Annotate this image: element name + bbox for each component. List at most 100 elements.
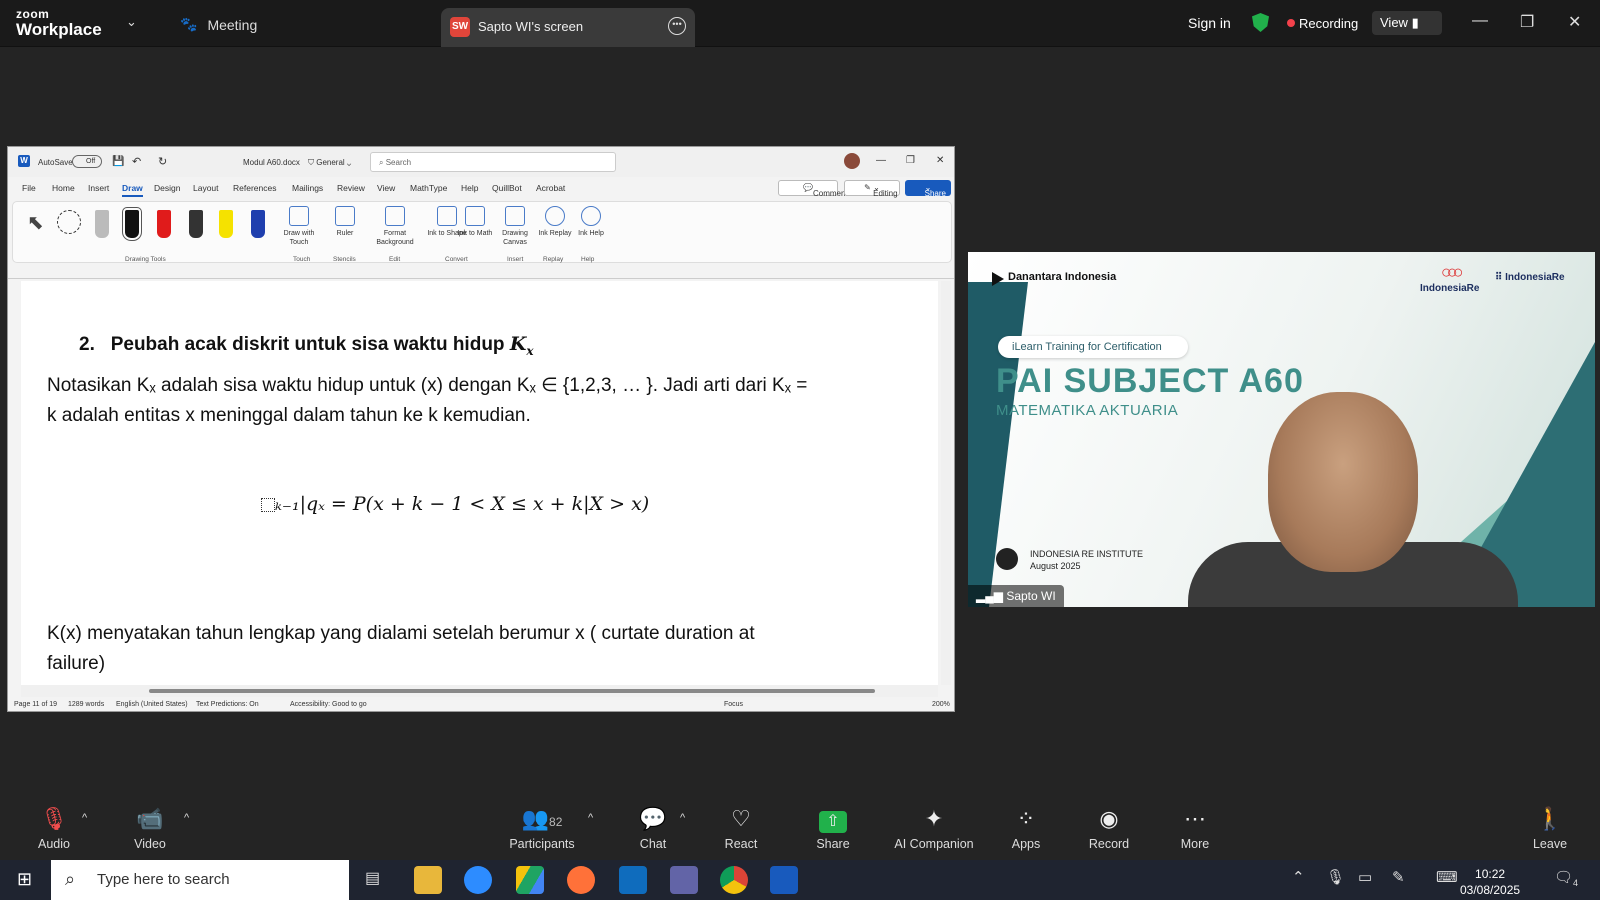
video-button[interactable]: 📹 Video <box>110 806 190 851</box>
taskbar-search-input[interactable]: ⌕ Type here to search <box>51 860 349 900</box>
leave-button[interactable]: 🚶 Leave <box>1510 806 1590 851</box>
word-close-icon[interactable]: ✕ <box>936 155 944 166</box>
restore-icon[interactable]: ❐ <box>1520 12 1534 32</box>
meeting-tab[interactable]: 🐾 Meeting <box>180 16 257 33</box>
chat-options-caret[interactable]: ^ <box>680 812 685 824</box>
outlook-icon[interactable] <box>619 866 647 894</box>
word-app-icon[interactable] <box>770 866 798 894</box>
red-pen-icon[interactable] <box>157 210 171 238</box>
autosave-toggle[interactable]: Off <box>72 155 102 168</box>
tray-keyboard-icon[interactable]: ⌨ <box>1436 868 1458 886</box>
menu-view[interactable]: View <box>377 183 395 193</box>
yellow-highlighter-icon[interactable] <box>219 210 233 238</box>
ink-to-math-button[interactable]: Ink to Math <box>455 206 495 238</box>
chevron-down-icon[interactable]: ⌄ <box>126 14 137 30</box>
ink-replay-button[interactable]: Ink Replay <box>535 206 575 238</box>
group-replay: Replay <box>543 256 564 263</box>
windows-start-icon[interactable]: ⊞ <box>17 869 32 890</box>
menu-review[interactable]: Review <box>337 183 365 193</box>
format-background-button[interactable]: Format Background <box>369 206 421 247</box>
horizontal-scroll-thumb[interactable] <box>149 689 875 693</box>
tray-display-icon[interactable]: ▭ <box>1358 868 1372 886</box>
word-search-input[interactable]: ⌕ Search <box>370 152 616 172</box>
redo-icon[interactable]: ↻ <box>158 155 167 168</box>
zoom-app-icon[interactable] <box>464 866 492 894</box>
more-options-icon[interactable]: ••• <box>668 17 686 35</box>
apps-button[interactable]: ⁘ Apps <box>986 806 1066 851</box>
chrome-icon[interactable] <box>720 866 748 894</box>
video-options-caret[interactable]: ^ <box>184 812 189 824</box>
file-explorer-icon[interactable] <box>414 866 442 894</box>
menu-references[interactable]: References <box>233 183 276 193</box>
gray-pen-icon[interactable] <box>189 210 203 238</box>
menu-design[interactable]: Design <box>154 183 180 193</box>
save-icon[interactable]: 💾 <box>112 156 124 167</box>
horizontal-scrollbar[interactable] <box>21 685 938 697</box>
sensitivity-label[interactable]: ⛉ General ⌄ <box>308 158 351 168</box>
participants-button[interactable]: 👥82 Participants <box>497 806 587 851</box>
sign-in-button[interactable]: Sign in <box>1188 15 1231 31</box>
minimize-icon[interactable]: — <box>1472 12 1488 30</box>
status-language[interactable]: English (United States) <box>116 701 188 708</box>
notifications-icon[interactable]: 🗨4 <box>1554 868 1578 888</box>
undo-icon[interactable]: ↶ <box>132 155 141 168</box>
word-status-bar: Page 11 of 19 1289 words English (United… <box>8 697 954 711</box>
document-page[interactable]: 2. Peubah acak diskrit untuk sisa waktu … <box>21 281 938 685</box>
menu-file[interactable]: File <box>22 183 36 193</box>
google-drive-icon[interactable] <box>516 866 544 894</box>
user-avatar[interactable] <box>844 153 860 169</box>
eraser-icon[interactable] <box>95 210 109 238</box>
menu-layout[interactable]: Layout <box>193 183 219 193</box>
tray-mic-icon[interactable]: 🎙 <box>1326 868 1345 886</box>
ruler-button[interactable]: Ruler <box>325 206 365 238</box>
lasso-icon[interactable] <box>57 210 81 234</box>
participants-options-caret[interactable]: ^ <box>588 812 593 824</box>
status-words[interactable]: 1289 words <box>68 701 104 708</box>
status-accessibility[interactable]: Accessibility: Good to go <box>290 701 367 708</box>
menu-insert[interactable]: Insert <box>88 183 109 193</box>
menu-acrobat[interactable]: Acrobat <box>536 183 565 193</box>
menu-home[interactable]: Home <box>52 183 75 193</box>
select-arrow-icon[interactable]: ⬉ <box>27 210 44 235</box>
share-screen-button[interactable]: ⇧ Share <box>793 806 873 851</box>
canvas-icon <box>505 206 525 226</box>
ink-help-button[interactable]: Ink Help <box>571 206 611 238</box>
participant-video-tile[interactable]: Danantara Indonesia ○○○ IndonesiaRe ⠿ Ind… <box>968 252 1595 607</box>
status-predictions[interactable]: Text Predictions: On <box>196 701 259 708</box>
menu-quillbot[interactable]: QuillBot <box>492 183 522 193</box>
tray-pen-icon[interactable]: ✎ <box>1392 868 1405 886</box>
menu-draw[interactable]: Draw <box>122 183 143 197</box>
tray-overflow-icon[interactable]: ⌃ <box>1292 868 1305 886</box>
audio-options-caret[interactable]: ^ <box>82 812 87 824</box>
ruler[interactable] <box>8 265 954 279</box>
drawing-canvas-button[interactable]: Drawing Canvas <box>493 206 537 247</box>
section-heading: 2. Peubah acak diskrit untuk sisa waktu … <box>79 333 533 358</box>
firefox-icon[interactable] <box>567 866 595 894</box>
black-pen-icon[interactable] <box>122 207 142 241</box>
status-page[interactable]: Page 11 of 19 <box>14 701 57 708</box>
blue-pen-icon[interactable] <box>251 210 265 238</box>
task-view-icon[interactable]: ▤ <box>365 868 380 888</box>
status-focus[interactable]: Focus <box>724 701 743 708</box>
ai-companion-button[interactable]: ✦ AI Companion <box>884 806 984 851</box>
record-button[interactable]: ◉ Record <box>1069 806 1149 851</box>
menu-mathtype[interactable]: MathType <box>410 183 447 193</box>
comments-button[interactable]: 💬 Comments <box>778 180 852 198</box>
word-share-button[interactable]: Share ⌄ <box>905 180 951 198</box>
view-button[interactable]: View ▮ <box>1372 11 1442 35</box>
word-minimize-icon[interactable]: — <box>876 155 886 166</box>
math-icon <box>465 206 485 226</box>
taskbar-clock[interactable]: 10:22 03/08/2025 <box>1460 866 1520 898</box>
vertical-scrollbar[interactable] <box>941 281 951 685</box>
menu-help[interactable]: Help <box>461 183 478 193</box>
menu-mailings[interactable]: Mailings <box>292 183 323 193</box>
close-icon[interactable]: ✕ <box>1568 12 1581 32</box>
more-button[interactable]: ⋯ More <box>1155 806 1235 851</box>
draw-with-touch-button[interactable]: Draw with Touch <box>279 206 319 247</box>
react-button[interactable]: ♡ React <box>701 806 781 851</box>
recording-label[interactable]: Recording <box>1299 16 1358 31</box>
teams-icon[interactable] <box>670 866 698 894</box>
word-restore-icon[interactable]: ❐ <box>906 155 915 166</box>
status-zoom[interactable]: 200% <box>932 701 950 708</box>
editing-button[interactable]: ✎ Editing ⌄ <box>844 180 900 198</box>
